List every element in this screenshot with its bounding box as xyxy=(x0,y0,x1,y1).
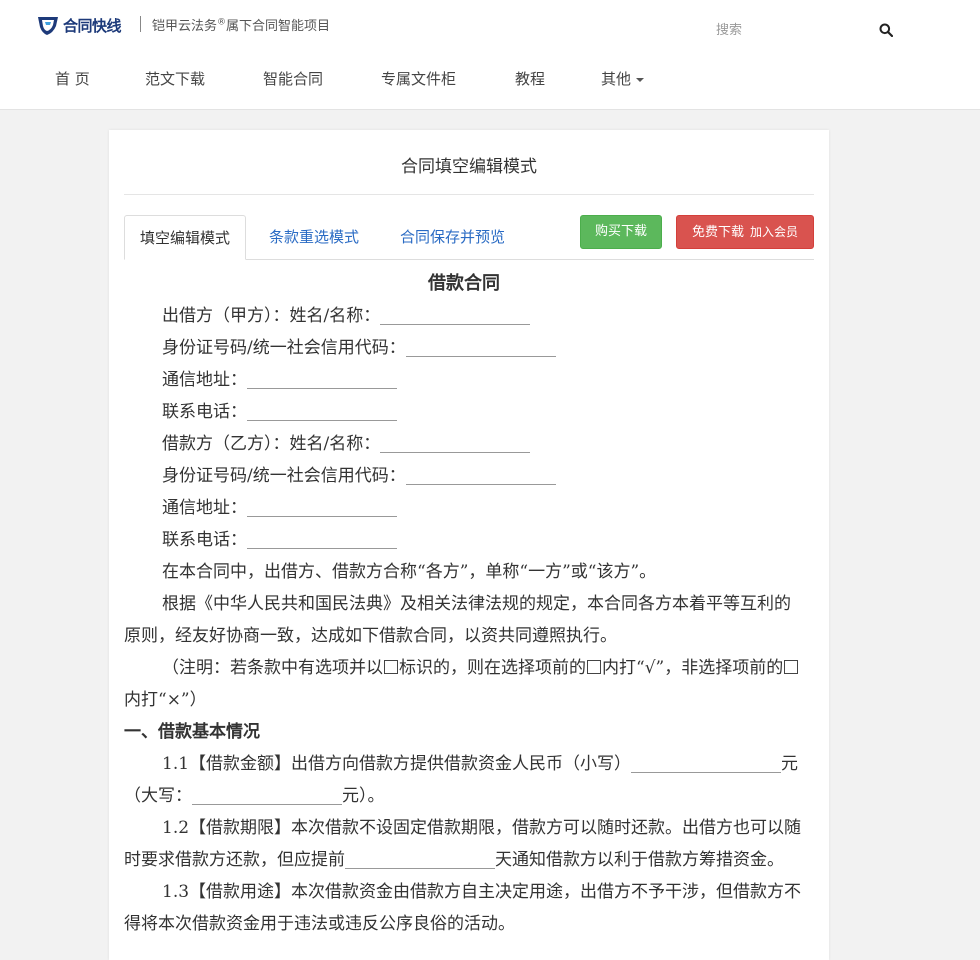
free-download-button[interactable]: 免费下载 加入会员 xyxy=(676,215,814,249)
checkbox-icon xyxy=(587,660,601,674)
label: 通信地址： xyxy=(162,498,247,518)
shield-logo-icon xyxy=(38,17,58,35)
search-icon[interactable] xyxy=(879,23,893,37)
card-title: 合同填空编辑模式 xyxy=(401,157,537,177)
label: 出借方（甲方）：姓名/名称： xyxy=(162,306,381,326)
logo-text: 合同快线 xyxy=(63,16,122,35)
tagline-rest: 属下合同智能项目 xyxy=(226,19,331,34)
clause-1-3: 1.3【借款用途】本次借款资金由借款方自主决定用途，出借方不予干涉，但借款方不得… xyxy=(124,882,802,934)
join-member-label: 加入会员 xyxy=(750,225,799,239)
label: 通信地址： xyxy=(162,370,247,390)
field-borrower-address: 通信地址： xyxy=(124,492,804,524)
blank-input[interactable] xyxy=(405,335,556,357)
note-text: 内打“√”，非选择项前的 xyxy=(602,658,784,678)
field-lender-phone: 联系电话： xyxy=(124,396,804,428)
free-download-label: 免费下载 xyxy=(691,225,744,240)
blank-input[interactable] xyxy=(247,527,397,549)
contract-card: 合同填空编辑模式 填空编辑模式 条款重选模式 合同保存并预览 购买下载 免费下载… xyxy=(109,130,829,960)
clause-1-2: 1.2【借款期限】本次借款不设固定借款期限，借款方可以随时还款。出借方也可以随时… xyxy=(124,812,804,876)
nav-tutorial[interactable]: 教程 xyxy=(515,64,545,94)
blank-input[interactable] xyxy=(380,431,531,453)
clause-text: 元）。 xyxy=(342,786,385,806)
paragraph-parties: 在本合同中，出借方、借款方合称“各方”，单称“一方”或“该方”。 xyxy=(162,562,657,582)
blank-input[interactable] xyxy=(631,751,782,773)
blank-input[interactable] xyxy=(380,303,531,325)
clause-text: 天通知借款方以利于借款方筹措资金。 xyxy=(495,850,784,870)
tab-clause-select[interactable]: 条款重选模式 xyxy=(254,215,374,260)
blank-input[interactable] xyxy=(192,783,342,805)
field-lender-id: 身份证号码/统一社会信用代码： xyxy=(124,332,804,364)
field-borrower-phone: 联系电话： xyxy=(124,524,804,556)
nav-more-label: 其他 xyxy=(601,70,632,88)
field-lender-address: 通信地址： xyxy=(124,364,804,396)
paragraph-basis: 根据《中华人民共和国民法典》及相关法律法规的规定，本合同各方本着平等互利的原则，… xyxy=(124,594,791,646)
tagline-brand: 铠甲云法务 xyxy=(152,19,218,34)
field-borrower-name: 借款方（乙方）：姓名/名称： xyxy=(124,428,804,460)
blank-input[interactable] xyxy=(345,847,495,869)
search-input[interactable] xyxy=(716,18,866,42)
document-title: 借款合同 xyxy=(428,273,500,294)
nav-templates[interactable]: 范文下载 xyxy=(145,64,205,94)
card-divider xyxy=(124,194,814,195)
caret-down-icon xyxy=(636,77,645,82)
note-text: （注明：若条款中有选项并以 xyxy=(162,658,383,678)
nav-more[interactable]: 其他 xyxy=(601,64,645,94)
label: 联系电话： xyxy=(162,530,247,550)
registered-mark: ® xyxy=(217,17,227,28)
nav-smart-contract[interactable]: 智能合同 xyxy=(263,64,323,94)
nav-file-cabinet[interactable]: 专属文件柜 xyxy=(381,64,456,94)
label: 联系电话： xyxy=(162,402,247,422)
blank-input[interactable] xyxy=(247,495,397,517)
section-heading: 一、借款基本情况 xyxy=(124,722,260,742)
label: 身份证号码/统一社会信用代码： xyxy=(162,338,406,358)
clause-1-1: 1.1【借款金额】出借方向借款方提供借款资金人民币（小写） 元（大写： 元）。 xyxy=(124,748,804,812)
blank-input[interactable] xyxy=(247,399,397,421)
checkbox-icon xyxy=(384,660,398,674)
clause-text: 1.1【借款金额】出借方向借款方提供借款资金人民币（小写） xyxy=(162,754,632,774)
note-text: 内打“×”） xyxy=(124,690,207,710)
site-logo[interactable]: 合同快线 xyxy=(36,13,122,37)
contract-document: 借款合同 出借方（甲方）：姓名/名称： 身份证号码/统一社会信用代码： 通信地址… xyxy=(124,268,804,940)
tab-save-preview[interactable]: 合同保存并预览 xyxy=(385,215,520,260)
field-lender-name: 出借方（甲方）：姓名/名称： xyxy=(124,300,804,332)
note-text: 标识的，则在选择项前的 xyxy=(399,658,586,678)
paragraph-note: （注明：若条款中有选项并以 标识的，则在选择项前的 内打“√”，非选择项前的内打“×… xyxy=(124,652,804,716)
nav-home[interactable]: 首 页 xyxy=(55,64,90,94)
buy-download-button[interactable]: 购买下载 xyxy=(580,215,662,249)
checkbox-icon xyxy=(784,660,799,674)
tagline: 铠甲云法务®属下合同智能项目 xyxy=(152,15,330,34)
field-borrower-id: 身份证号码/统一社会信用代码： xyxy=(124,460,804,492)
logo-divider xyxy=(140,16,141,32)
tab-fill-edit[interactable]: 填空编辑模式 xyxy=(124,215,247,260)
label: 身份证号码/统一社会信用代码： xyxy=(162,466,406,486)
label: 借款方（乙方）：姓名/名称： xyxy=(162,434,381,454)
blank-input[interactable] xyxy=(247,367,397,389)
blank-input[interactable] xyxy=(405,463,556,485)
site-header: 合同快线 铠甲云法务®属下合同智能项目 首 页 范文下载 智能合同 专属文件柜 … xyxy=(0,0,980,110)
